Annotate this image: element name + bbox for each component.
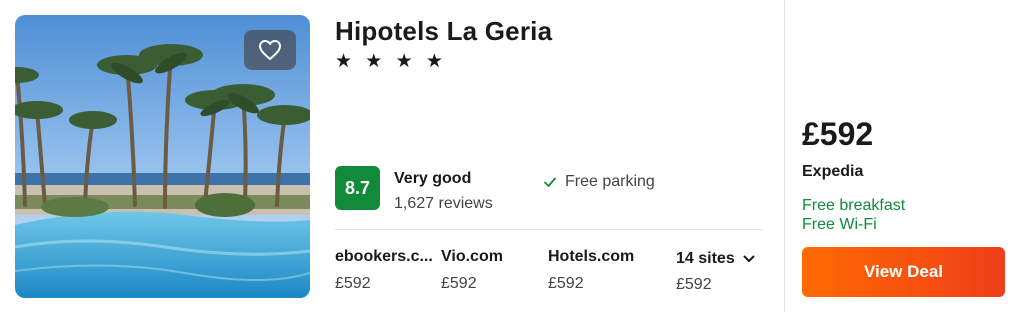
amenity-label: Free parking (565, 173, 655, 190)
review-count[interactable]: 1,627 reviews (394, 195, 493, 213)
column-divider (784, 0, 785, 312)
rating-label: Very good (394, 170, 472, 187)
heart-icon (259, 40, 281, 60)
amenity-item: Free parking (543, 173, 655, 191)
review-score-badge: 8.7 (335, 166, 380, 210)
site-name: Hotels.com (548, 248, 635, 265)
site-name: ebookers.c... (335, 248, 433, 265)
site-offer[interactable]: ebookers.c... £592 (335, 248, 433, 293)
hotel-photo[interactable] (15, 15, 310, 298)
site-price: £592 (441, 275, 477, 292)
site-name: Vio.com (441, 248, 503, 265)
chevron-down-icon (743, 255, 755, 262)
perk-free-breakfast: Free breakfast (802, 197, 906, 214)
deal-price: £592 (802, 116, 874, 152)
site-offer[interactable]: Vio.com £592 (441, 248, 503, 293)
site-price: £592 (335, 275, 371, 292)
hotel-result-card[interactable]: Hipotels La Geria ★ ★ ★ ★ 8.7 Very good … (0, 0, 1024, 312)
deal-provider: Expedia (802, 163, 864, 180)
star-rating: ★ ★ ★ ★ (335, 51, 447, 72)
perk-free-wifi: Free Wi-Fi (802, 216, 877, 233)
favorite-button[interactable] (244, 30, 296, 70)
more-sites-dropdown[interactable]: 14 sites £592 (676, 250, 755, 294)
more-sites-label: 14 sites (676, 250, 735, 267)
more-sites-price: £592 (676, 276, 712, 293)
site-offer[interactable]: Hotels.com £592 (548, 248, 634, 293)
view-deal-button[interactable]: View Deal (802, 247, 1005, 297)
divider (335, 229, 763, 230)
hotel-name[interactable]: Hipotels La Geria (335, 16, 552, 47)
site-price: £592 (548, 275, 584, 292)
check-icon (544, 177, 556, 187)
